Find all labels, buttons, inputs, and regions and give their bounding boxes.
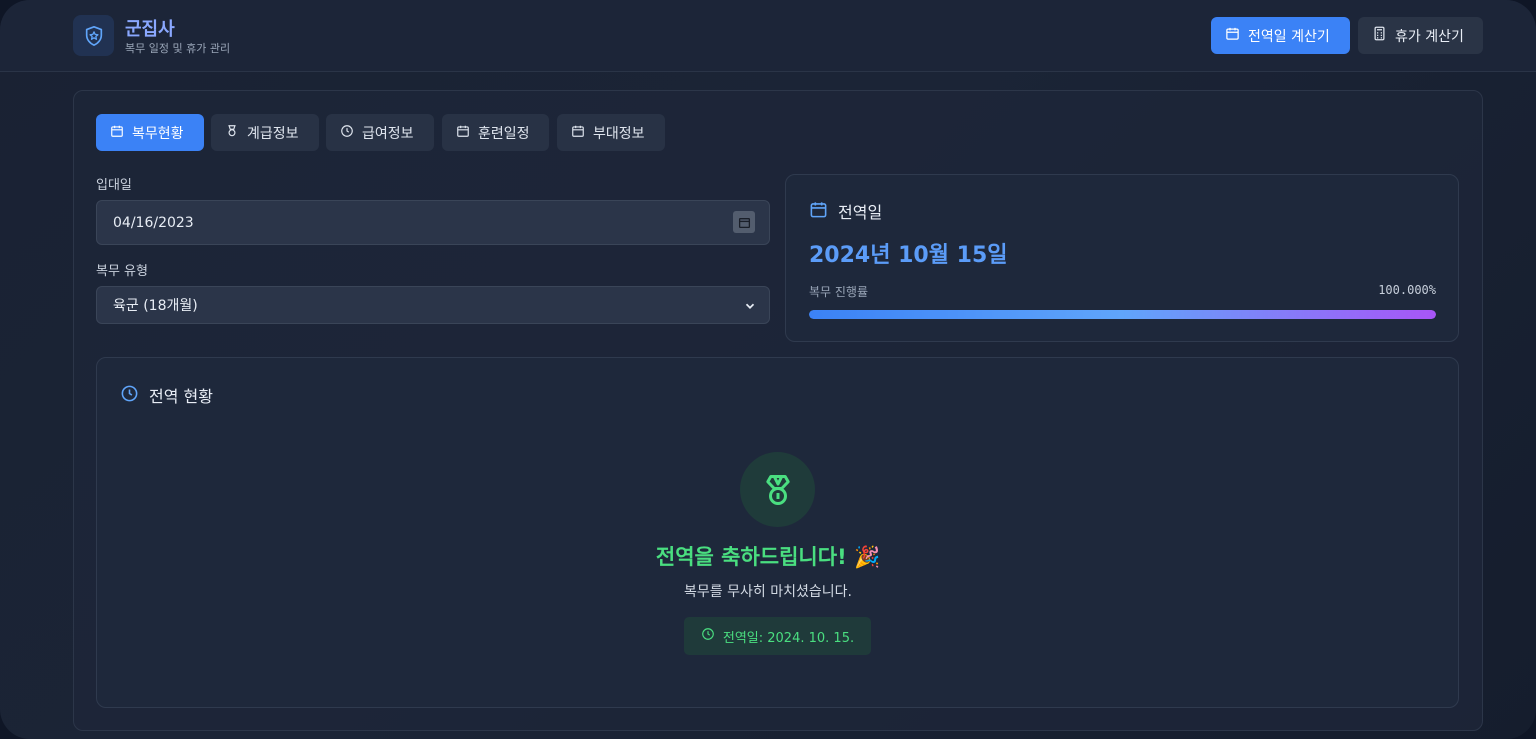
tab-training-schedule[interactable]: 훈련일정 [442, 114, 549, 151]
brand-title: 군집사 [125, 19, 175, 40]
tab-salary-info[interactable]: 급여정보 [326, 114, 434, 151]
service-type-value: 육군 (18개월) [113, 298, 198, 314]
enlist-date-input[interactable]: 04/16/2023 [96, 200, 770, 245]
discharge-heading-text: 전역일 [838, 203, 883, 222]
discharge-badge-text: 전역일: 2024. 10. 15. [722, 630, 855, 646]
calendar-icon [1225, 26, 1240, 45]
service-type-select[interactable]: 육군 (18개월) [96, 286, 770, 324]
calendar-icon [456, 124, 470, 142]
leave-calculator-label: 휴가 계산기 [1395, 28, 1464, 45]
progress-bar-fill [809, 310, 1436, 319]
calendar-icon [571, 124, 585, 142]
status-heading-text: 전역 현황 [149, 387, 213, 406]
enlist-date-label: 입대일 [96, 178, 132, 193]
tab-label: 복무현황 [132, 125, 184, 142]
shield-star-icon [73, 15, 114, 56]
congratulations-message: 전역을 축하드립니다! 🎉 [655, 545, 881, 569]
discharge-calculator-button[interactable]: 전역일 계산기 [1211, 17, 1350, 54]
tab-service-status[interactable]: 복무현황 [96, 114, 204, 151]
calculator-icon [1372, 26, 1387, 45]
discharge-calculator-label: 전역일 계산기 [1248, 28, 1330, 45]
progress-bar [809, 310, 1436, 319]
clock-icon [701, 627, 715, 645]
leave-calculator-button[interactable]: 휴가 계산기 [1358, 17, 1483, 54]
calendar-icon [110, 124, 124, 142]
tab-label: 계급정보 [247, 125, 299, 142]
discharge-status-panel [96, 357, 1459, 708]
service-type-label: 복무 유형 [96, 264, 148, 279]
tab-rank-info[interactable]: 계급정보 [211, 114, 319, 151]
enlist-date-value: 04/16/2023 [113, 214, 194, 231]
medal-icon [740, 452, 815, 527]
discharge-date-heading: 전역일 [809, 199, 882, 223]
tab-label: 부대정보 [593, 125, 645, 142]
top-header: 군집사 복무 일정 및 휴가 관리 전역일 계산기 휴가 계산기 [0, 0, 1536, 72]
date-picker-icon[interactable] [733, 211, 755, 233]
app-window: 군집사 복무 일정 및 휴가 관리 전역일 계산기 휴가 계산기 복무현황 계급… [0, 0, 1536, 739]
brand-subtitle: 복무 일정 및 휴가 관리 [125, 42, 231, 55]
discharge-status-heading: 전역 현황 [120, 383, 213, 407]
medal-icon [225, 124, 239, 142]
discharge-date-value: 2024년 10월 15일 [809, 243, 1008, 268]
tab-label: 훈련일정 [478, 125, 530, 142]
chevron-down-icon [743, 299, 757, 317]
discharge-date-badge: 전역일: 2024. 10. 15. [684, 617, 871, 655]
completion-message: 복무를 무사히 마치셨습니다. [684, 584, 852, 600]
tab-label: 급여정보 [362, 125, 414, 142]
clock-icon [340, 124, 354, 142]
progress-label: 복무 진행률 [809, 285, 869, 299]
tab-unit-info[interactable]: 부대정보 [557, 114, 665, 151]
progress-percent: 100.000% [1378, 283, 1436, 297]
clock-icon [120, 384, 139, 407]
calendar-icon [809, 200, 828, 223]
